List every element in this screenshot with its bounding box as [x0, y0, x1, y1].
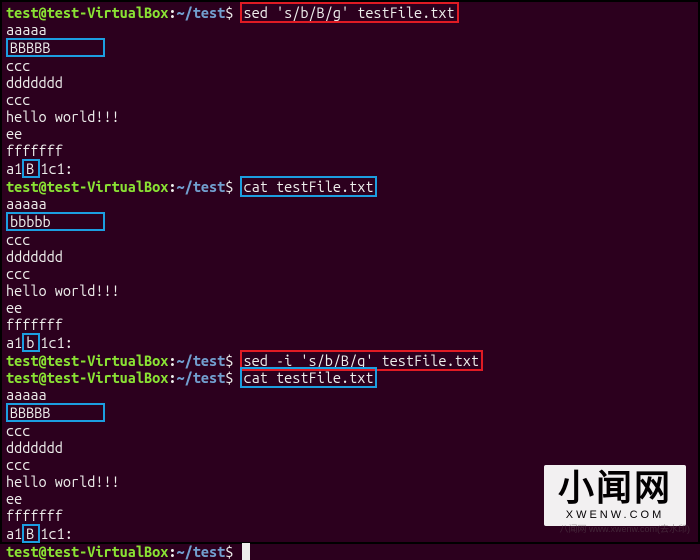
output-line: fffffff: [6, 316, 694, 333]
output-line: hello world!!!: [6, 108, 694, 125]
prompt-sep: :: [168, 352, 176, 369]
prompt-path: ~/test: [177, 369, 226, 386]
watermark-hint: 八闻网 www.xwenw.com(去水印): [559, 521, 690, 538]
command-sed: sed 's/b/B/g' testFile.txt: [240, 2, 459, 23]
prompt-line-5[interactable]: test@test-VirtualBox:~/test$: [6, 543, 694, 560]
prompt-user: test@test-VirtualBox: [6, 543, 168, 560]
cursor-icon: [242, 543, 250, 560]
output-line: aaaaa: [6, 21, 694, 38]
watermark-title: 小闻网: [558, 469, 672, 507]
output-line: ee: [6, 299, 694, 316]
output-line: aaaaa: [6, 386, 694, 403]
prompt-path: ~/test: [177, 4, 226, 21]
prompt-sep: :: [168, 369, 176, 386]
output-line: ddddddd: [6, 439, 694, 456]
output-line: ee: [6, 125, 694, 142]
output-line-highlight: BBBBB: [6, 38, 694, 57]
highlight-B: B: [22, 524, 40, 543]
output-line: aaaaa: [6, 195, 694, 212]
prompt-path: ~/test: [177, 543, 226, 560]
command-cat: cat testFile.txt: [240, 176, 378, 197]
output-line: hello world!!!: [6, 282, 694, 299]
prompt-line-1: test@test-VirtualBox:~/test$ sed 's/b/B/…: [6, 4, 694, 21]
highlight-b: b: [22, 333, 40, 352]
highlight-BBBBB: BBBBB: [6, 403, 105, 422]
prompt-path: ~/test: [177, 178, 226, 195]
output-line: ccc: [6, 265, 694, 282]
prompt-user: test@test-VirtualBox: [6, 178, 168, 195]
highlight-B: B: [22, 159, 40, 178]
output-line: ccc: [6, 57, 694, 74]
prompt-sep: :: [168, 178, 176, 195]
prompt-sep: :: [168, 543, 176, 560]
prompt-line-2: test@test-VirtualBox:~/test$ cat testFil…: [6, 178, 694, 195]
output-line: ccc: [6, 422, 694, 439]
prompt-user: test@test-VirtualBox: [6, 4, 168, 21]
watermark: 小闻网 XWENW.COM: [544, 465, 686, 526]
prompt-user: test@test-VirtualBox: [6, 369, 168, 386]
command-cat: cat testFile.txt: [240, 367, 378, 388]
output-line-highlight: bbbbb: [6, 212, 694, 231]
output-line: ccc: [6, 231, 694, 248]
prompt-user: test@test-VirtualBox: [6, 352, 168, 369]
prompt-line-4: test@test-VirtualBox:~/test$ cat testFil…: [6, 369, 694, 386]
highlight-bbbbb: bbbbb: [6, 212, 105, 231]
highlight-BBBBB: BBBBB: [6, 38, 105, 57]
output-line: ddddddd: [6, 248, 694, 265]
prompt-dollar: $: [225, 543, 241, 560]
output-line: fffffff: [6, 142, 694, 159]
prompt-sep: :: [168, 4, 176, 21]
prompt-path: ~/test: [177, 352, 226, 369]
output-line: ccc: [6, 91, 694, 108]
output-line: ddddddd: [6, 74, 694, 91]
output-line-highlight: BBBBB: [6, 403, 694, 422]
